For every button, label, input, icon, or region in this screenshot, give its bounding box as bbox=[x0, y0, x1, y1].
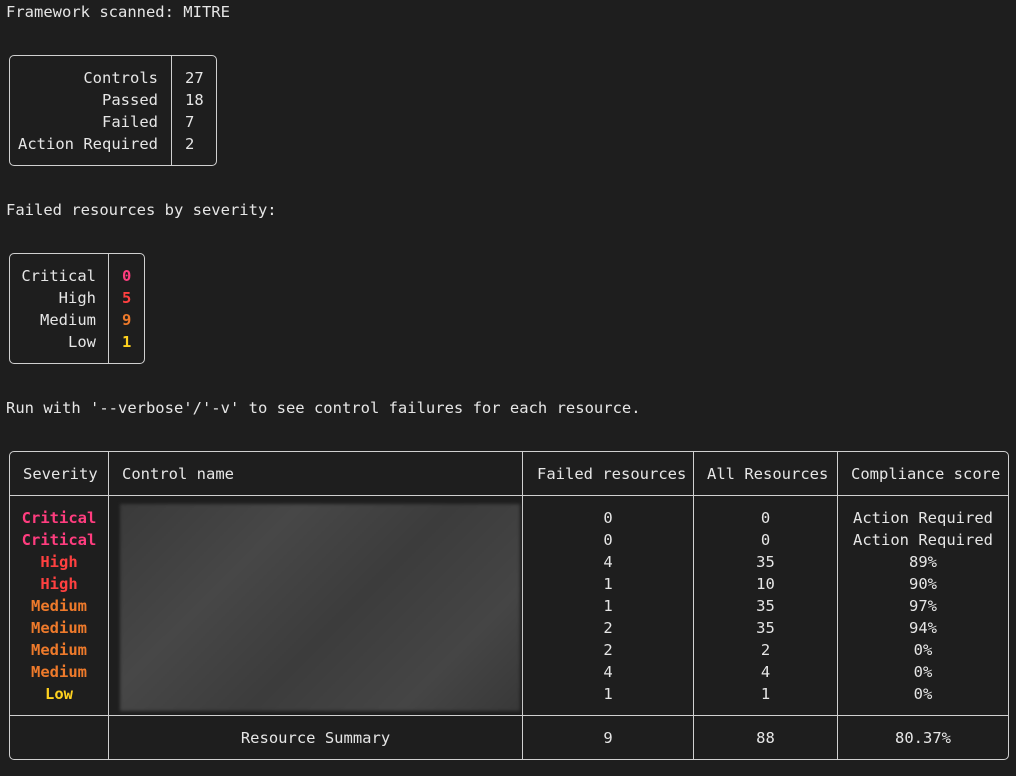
footer-failed: 9 bbox=[603, 729, 613, 747]
summary-label: Failed bbox=[102, 113, 158, 131]
summary-label: Action Required bbox=[18, 135, 158, 153]
row-failed-resources: 0 bbox=[603, 509, 613, 527]
row-failed-resources: 1 bbox=[603, 575, 613, 593]
summary-value: 27 bbox=[185, 69, 204, 87]
summary-divider bbox=[171, 56, 172, 165]
summary-value: 7 bbox=[185, 113, 195, 131]
summary-label: Controls bbox=[83, 69, 158, 87]
row-severity: Medium bbox=[31, 663, 87, 681]
framework-scanned-line: Framework scanned: MITRE bbox=[6, 3, 230, 21]
summary-value: 2 bbox=[185, 135, 195, 153]
row-all-resources: 4 bbox=[760, 663, 771, 681]
summary-value: 18 bbox=[185, 91, 204, 109]
row-compliance-score: 97% bbox=[909, 597, 937, 615]
header-all-resources: All Resources bbox=[707, 465, 829, 483]
row-failed-resources: 2 bbox=[603, 619, 613, 637]
row-failed-resources: 2 bbox=[603, 641, 613, 659]
footer-label: Resource Summary bbox=[240, 729, 391, 747]
severity-section-title: Failed resources by severity: bbox=[6, 201, 277, 219]
row-all-resources: 1 bbox=[760, 685, 771, 703]
severity-label: Low bbox=[68, 333, 96, 351]
severity-divider bbox=[108, 254, 109, 363]
row-all-resources: 2 bbox=[760, 641, 771, 659]
row-severity: Critical bbox=[21, 531, 97, 549]
row-severity: Critical bbox=[21, 509, 97, 527]
row-failed-resources: 4 bbox=[603, 553, 613, 571]
row-all-resources: 10 bbox=[756, 575, 775, 593]
row-all-resources: 0 bbox=[760, 509, 771, 527]
col-divider-1 bbox=[108, 452, 109, 759]
severity-label: High bbox=[58, 289, 96, 307]
footer-all: 88 bbox=[756, 729, 775, 747]
row-compliance-score: 90% bbox=[909, 575, 937, 593]
row-compliance-score: 0% bbox=[913, 641, 933, 659]
row-compliance-score: 0% bbox=[913, 663, 933, 681]
row-compliance-score: Action Required bbox=[853, 531, 993, 549]
header-control-name: Control name bbox=[122, 465, 234, 483]
results-table: Severity Control name Failed resources A… bbox=[9, 451, 1009, 760]
row-compliance-score: 94% bbox=[909, 619, 937, 637]
row-all-resources: 0 bbox=[760, 531, 771, 549]
header-compliance-score: Compliance score bbox=[851, 465, 1001, 483]
severity-count: 5 bbox=[122, 289, 132, 307]
severity-count: 9 bbox=[122, 311, 132, 329]
severity-count: 1 bbox=[122, 333, 132, 351]
summary-label: Passed bbox=[102, 91, 158, 109]
row-all-resources: 35 bbox=[756, 553, 775, 571]
footer-score: 80.37% bbox=[895, 729, 951, 747]
severity-label: Medium bbox=[40, 311, 96, 329]
row-all-resources: 35 bbox=[756, 619, 775, 637]
row-severity: Low bbox=[45, 685, 73, 703]
row-failed-resources: 1 bbox=[603, 597, 613, 615]
row-all-resources: 35 bbox=[756, 597, 775, 615]
row-compliance-score: Action Required bbox=[853, 509, 993, 527]
row-failed-resources: 1 bbox=[603, 685, 613, 703]
row-failed-resources: 0 bbox=[603, 531, 613, 549]
footer-divider bbox=[10, 715, 1008, 716]
header-severity: Severity bbox=[23, 465, 98, 483]
row-compliance-score: 89% bbox=[909, 553, 937, 571]
summary-table: Controls 27 Passed 18 Failed 7 Action Required… bbox=[9, 55, 217, 166]
severity-table: Critical 0 High 5 Medium 9 Low 1 bbox=[9, 253, 145, 364]
row-severity: High bbox=[40, 575, 78, 593]
header-failed-resources: Failed resources bbox=[537, 465, 687, 483]
severity-count: 0 bbox=[122, 267, 132, 285]
row-severity: Medium bbox=[31, 597, 87, 615]
row-severity: Medium bbox=[31, 619, 87, 637]
header-divider bbox=[10, 495, 1008, 496]
redacted-control-names bbox=[120, 504, 520, 711]
row-failed-resources: 4 bbox=[603, 663, 613, 681]
row-severity: High bbox=[40, 553, 78, 571]
row-compliance-score: 0% bbox=[913, 685, 933, 703]
row-severity: Medium bbox=[31, 641, 87, 659]
verbose-hint: Run with '--verbose'/'-v' to see control… bbox=[6, 399, 641, 417]
severity-label: Critical bbox=[21, 267, 96, 285]
